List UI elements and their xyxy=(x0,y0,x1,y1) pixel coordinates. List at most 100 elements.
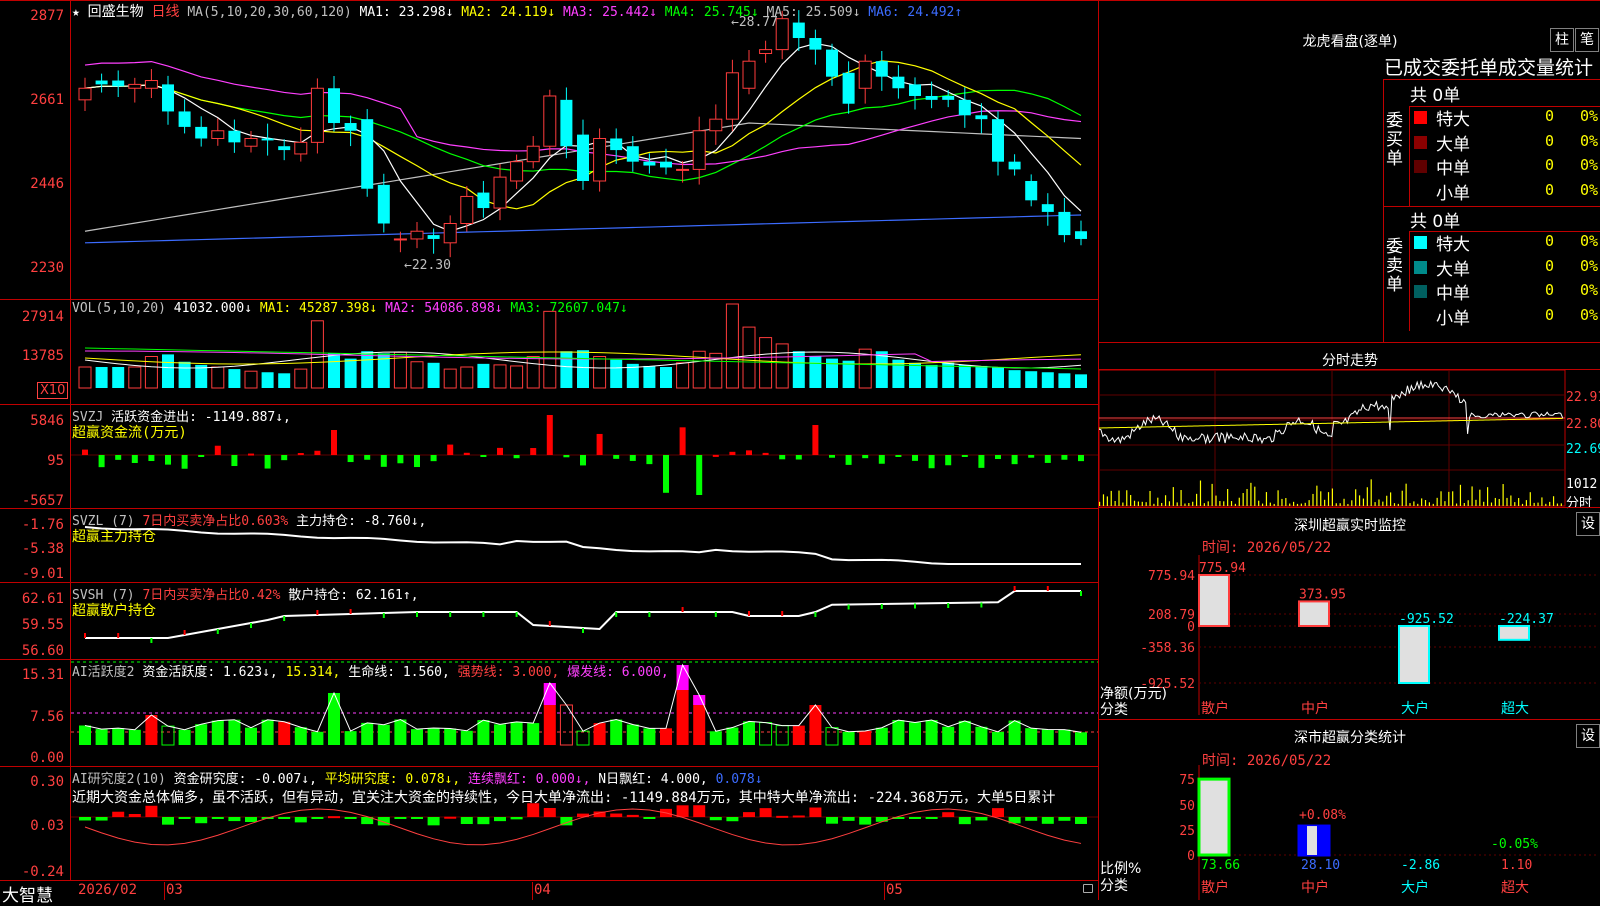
monitor-settings-button[interactable]: 设 xyxy=(1576,512,1600,536)
fenshi-vol-bar xyxy=(1393,503,1396,506)
fenshi-vol-bar xyxy=(1498,498,1500,506)
candle-down xyxy=(560,99,573,147)
longhu-subtitle: 已成交委托单成交量统计 xyxy=(1384,57,1594,79)
vol-bar-down xyxy=(427,362,440,388)
fenshi-vol-bar xyxy=(1463,503,1465,506)
research-bar xyxy=(958,817,971,825)
tick-mark xyxy=(847,604,850,610)
vol-bar-down xyxy=(809,356,822,388)
tick-mark xyxy=(449,612,452,617)
fenshi-vol-bar xyxy=(1285,498,1287,506)
candle-up xyxy=(460,195,474,224)
tick-mark xyxy=(880,604,883,609)
sell-color-swatch xyxy=(1414,260,1427,274)
price-low-mark: ←22.30 xyxy=(404,258,451,273)
research-bar xyxy=(859,817,872,825)
research-bar xyxy=(494,817,506,822)
classify-tick: 25 xyxy=(1179,824,1195,839)
candle-down xyxy=(1008,161,1021,170)
fund-bar xyxy=(961,455,968,457)
fund-bar xyxy=(1011,455,1018,465)
research-bar xyxy=(128,813,141,817)
fenshi-vol-bar xyxy=(1122,502,1124,506)
monitor-bar-value: 775.94 xyxy=(1199,561,1246,576)
monitor-bar-value: 373.95 xyxy=(1299,587,1346,602)
fund-bar xyxy=(214,445,221,455)
research-bar xyxy=(79,817,91,821)
fund-bar xyxy=(165,455,171,465)
classify-top-value: -0.05% xyxy=(1491,837,1538,852)
research-bar xyxy=(626,814,639,817)
activity-bar xyxy=(261,719,274,745)
tick-view-button[interactable]: 笔 xyxy=(1575,28,1599,52)
activity-bar xyxy=(477,720,490,745)
research-bar xyxy=(875,817,888,822)
fenshi-title: 分时走势 xyxy=(1322,353,1378,369)
fund-bar xyxy=(1061,455,1068,460)
tick-mark xyxy=(914,603,916,609)
research-bar xyxy=(278,817,291,819)
tick-mark xyxy=(250,623,252,628)
activity-bar xyxy=(925,720,938,745)
fund-bar xyxy=(148,455,155,462)
classify-bottom-value: 73.66 xyxy=(1201,858,1240,873)
fenshi-vol-bar xyxy=(1552,496,1555,506)
candle-down xyxy=(975,115,988,120)
candle-up xyxy=(725,72,739,120)
vol-bar-up xyxy=(493,364,507,389)
ma6-line xyxy=(84,214,1082,244)
vol-bar-down xyxy=(278,373,291,388)
classify-settings-button[interactable]: 设 xyxy=(1576,724,1600,748)
vol-unit-badge[interactable]: X10 xyxy=(37,382,69,399)
fenshi-vol-bar xyxy=(1102,494,1105,506)
tick-mark xyxy=(714,612,717,617)
brand-label[interactable]: 大智慧 xyxy=(2,881,53,906)
fund-bar xyxy=(480,455,487,457)
vol-bar-down xyxy=(1008,370,1021,388)
research-bar xyxy=(510,817,523,820)
fund-bar xyxy=(663,455,669,493)
fenshi-vol-bar xyxy=(1378,499,1380,506)
fund-bar xyxy=(297,453,304,456)
fund-bar xyxy=(198,455,205,457)
candle-down xyxy=(1075,231,1087,239)
fund-bar xyxy=(712,454,719,457)
activity-bar xyxy=(759,722,773,746)
fund-bar xyxy=(115,455,122,460)
research-bar xyxy=(1041,817,1054,824)
fenshi-vol-bar xyxy=(1258,500,1260,506)
fenshi-vol-bar xyxy=(1133,500,1136,506)
fenshi-vol-bar xyxy=(1390,492,1392,506)
date-tick: 05 xyxy=(886,882,903,898)
research-bar xyxy=(726,817,739,822)
fund-bar xyxy=(928,455,935,469)
activity-bar xyxy=(958,720,971,745)
tick-mark xyxy=(681,607,684,612)
classify-tick: 75 xyxy=(1179,773,1195,788)
classify-category: 超大 xyxy=(1501,880,1529,896)
buy-pct: 0% xyxy=(1580,156,1599,174)
vol-bar-up xyxy=(725,303,739,389)
intraday-chart[interactable] xyxy=(1099,370,1600,507)
tick-mark xyxy=(980,602,983,608)
tick-mark xyxy=(648,612,651,617)
sell-count: 0 xyxy=(1545,305,1555,324)
buy-row: 小单 0 0% xyxy=(1410,179,1600,204)
price-tick: 2446 xyxy=(30,176,64,192)
fenshi-vol-bar xyxy=(1490,502,1493,506)
sell-total: 共 0单 xyxy=(1410,212,1461,232)
activity-bar xyxy=(643,728,656,745)
bar-view-button[interactable]: 柱 xyxy=(1550,28,1574,52)
activity-bar xyxy=(494,724,506,745)
fenshi-vol-bar xyxy=(1238,497,1240,506)
candlestick-chart[interactable]: ←28.77 ←22.30 xyxy=(71,1,1098,299)
svzj-tick: 95 xyxy=(47,453,64,469)
activity-bar xyxy=(626,724,639,745)
fund-bar xyxy=(995,455,1001,460)
lock-icon[interactable] xyxy=(1083,884,1093,893)
research-bar xyxy=(112,811,125,817)
fenshi-vol-bar xyxy=(1502,484,1504,506)
sell-label: 中单 xyxy=(1436,284,1470,304)
fund-bar xyxy=(613,455,620,459)
sell-count: 0 xyxy=(1545,256,1555,275)
